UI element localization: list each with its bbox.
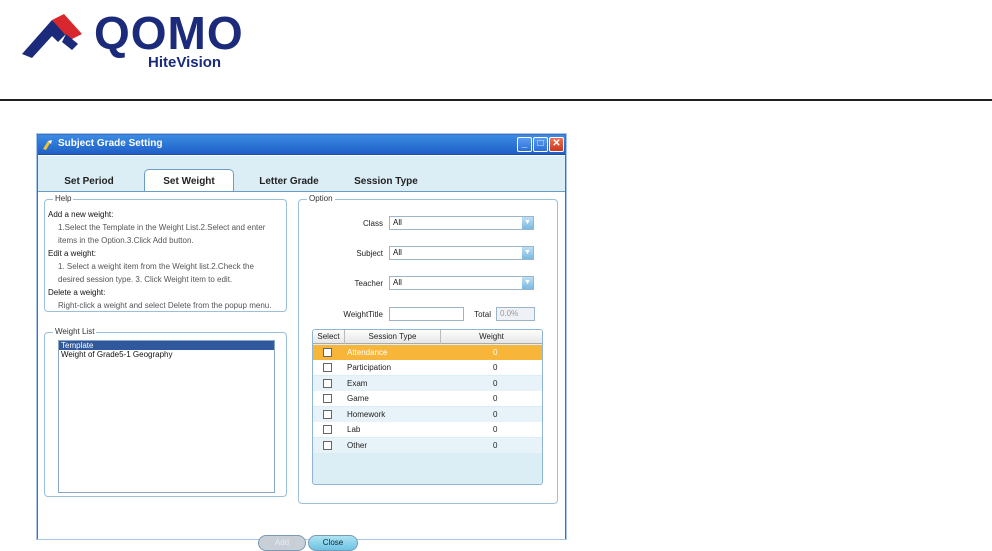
minimize-button[interactable]: _ xyxy=(517,137,532,152)
total-label: Total xyxy=(474,310,491,319)
row-session-type: Lab xyxy=(347,425,361,434)
session-type-grid[interactable]: Select Session Type Weight Attendance 0 … xyxy=(312,329,543,485)
tab-session-type[interactable]: Session Type xyxy=(344,172,428,192)
app-icon xyxy=(43,140,52,150)
logo-chevron-icon xyxy=(22,14,82,58)
grid-header: Select Session Type Weight xyxy=(313,330,542,344)
maximize-button[interactable]: □ xyxy=(533,137,548,152)
row-session-type: Attendance xyxy=(347,348,388,357)
chevron-down-icon[interactable]: ▼ xyxy=(522,247,533,259)
subject-select-value: All xyxy=(393,248,402,257)
table-row[interactable]: Attendance 0 xyxy=(313,345,542,360)
weight-list-item-grade5-geography[interactable]: Weight of Grade5-1 Geography xyxy=(59,350,274,359)
help-group: Help Add a new weight: 1.Select the Temp… xyxy=(44,194,287,312)
set-weight-panel: Help Add a new weight: 1.Select the Temp… xyxy=(38,192,565,539)
header-session-type[interactable]: Session Type xyxy=(345,330,441,344)
row-checkbox[interactable] xyxy=(323,425,332,434)
row-checkbox[interactable] xyxy=(323,348,332,357)
subject-label: Subject xyxy=(356,249,383,258)
table-row[interactable]: Other 0 xyxy=(313,438,542,453)
help-add-heading: Add a new weight: xyxy=(48,210,114,219)
tab-bar: Set Period Set Weight Letter Grade Sessi… xyxy=(38,169,565,193)
row-session-type: Exam xyxy=(347,379,368,388)
help-add-step-1: 1.Select the Template in the Weight List… xyxy=(58,223,266,232)
option-legend: Option xyxy=(307,194,335,203)
class-select-value: All xyxy=(393,218,402,227)
weight-list-item-template[interactable]: Template xyxy=(59,341,274,350)
help-edit-step-1: 1. Select a weight item from the Weight … xyxy=(58,262,254,271)
row-session-type: Participation xyxy=(347,363,392,372)
row-weight[interactable]: 0 xyxy=(493,376,497,391)
table-row[interactable]: Game 0 xyxy=(313,391,542,406)
row-weight[interactable]: 0 xyxy=(493,407,497,422)
weight-title-input[interactable] xyxy=(389,307,464,321)
tab-letter-grade[interactable]: Letter Grade xyxy=(246,172,332,192)
window-client: Set Period Set Weight Letter Grade Sessi… xyxy=(38,156,565,551)
weight-list[interactable]: Template Weight of Grade5-1 Geography xyxy=(58,340,275,493)
chevron-down-icon[interactable]: ▼ xyxy=(522,277,533,289)
total-field: 0.0% xyxy=(496,307,535,321)
help-edit-heading: Edit a weight: xyxy=(48,249,97,258)
page: QOMO HiteVision Subject Grade Setting _ … xyxy=(0,0,992,551)
table-row[interactable]: Exam 0 xyxy=(313,376,542,391)
tab-set-weight[interactable]: Set Weight xyxy=(144,169,234,193)
help-edit-step-2: desired session type. 3. Click Weight it… xyxy=(58,275,233,284)
table-row[interactable]: Participation 0 xyxy=(313,360,542,375)
row-checkbox[interactable] xyxy=(323,363,332,372)
close-button[interactable]: Close xyxy=(308,535,358,551)
help-delete-heading: Delete a weight: xyxy=(48,288,106,297)
row-session-type: Game xyxy=(347,394,369,403)
help-text: Add a new weight: 1.Select the Template … xyxy=(48,208,284,312)
window-title: Subject Grade Setting xyxy=(58,138,163,149)
row-weight[interactable]: 0 xyxy=(493,345,497,360)
weight-title-label: WeightTitle xyxy=(343,310,383,319)
help-add-step-2: items in the Option.3.Click Add button. xyxy=(58,236,194,245)
chevron-down-icon[interactable]: ▼ xyxy=(522,217,533,229)
table-row[interactable]: Lab 0 xyxy=(313,422,542,437)
row-weight[interactable]: 0 xyxy=(493,422,497,437)
header-select[interactable]: Select xyxy=(313,330,345,344)
table-row[interactable]: Homework 0 xyxy=(313,407,542,422)
window-titlebar[interactable]: Subject Grade Setting _ □ ✕ xyxy=(38,135,565,155)
row-weight[interactable]: 0 xyxy=(493,391,497,406)
row-checkbox[interactable] xyxy=(323,394,332,403)
header-divider xyxy=(0,99,992,101)
help-legend: Help xyxy=(53,194,74,203)
row-checkbox[interactable] xyxy=(323,379,332,388)
header-weight[interactable]: Weight xyxy=(441,330,542,344)
row-checkbox[interactable] xyxy=(323,410,332,419)
weight-list-legend: Weight List xyxy=(53,327,97,336)
qomo-logo: QOMO HiteVision xyxy=(20,8,260,74)
logo-wordmark: QOMO xyxy=(94,7,244,59)
weight-list-group: Weight List Template Weight of Grade5-1 … xyxy=(44,327,287,497)
class-select[interactable]: All ▼ xyxy=(389,216,534,230)
teacher-select-value: All xyxy=(393,278,402,287)
subject-grade-setting-window: Subject Grade Setting _ □ ✕ Set Period S… xyxy=(37,134,566,551)
row-session-type: Homework xyxy=(347,410,386,419)
row-session-type: Other xyxy=(347,441,368,450)
class-label: Class xyxy=(362,219,383,228)
close-window-button[interactable]: ✕ xyxy=(549,137,564,152)
help-delete-step-1: Right-click a weight and select Delete f… xyxy=(58,301,272,310)
subject-select[interactable]: All ▼ xyxy=(389,246,534,260)
teacher-select[interactable]: All ▼ xyxy=(389,276,534,290)
row-weight[interactable]: 0 xyxy=(493,360,497,375)
tab-set-period[interactable]: Set Period xyxy=(48,172,130,192)
row-weight[interactable]: 0 xyxy=(493,438,497,453)
teacher-label: Teacher xyxy=(354,279,383,288)
logo-tagline: HiteVision xyxy=(148,54,222,71)
row-checkbox[interactable] xyxy=(323,441,332,450)
add-button[interactable]: Add xyxy=(258,535,306,551)
